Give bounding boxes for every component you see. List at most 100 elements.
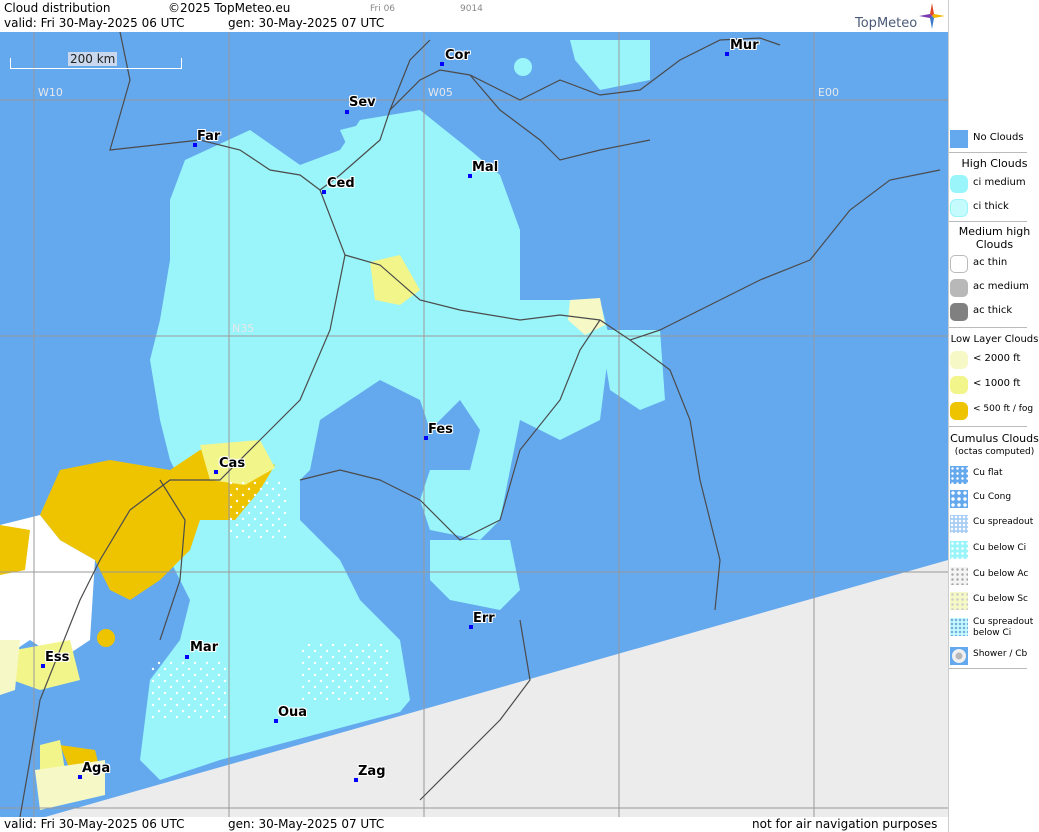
city-marker-sev — [345, 110, 349, 114]
legend-cu-below-sc-label: Cu below Sc — [973, 594, 1028, 604]
city-label-mal: Mal — [472, 160, 499, 175]
legend-cu-sub: (octas computed) — [954, 447, 1035, 457]
legend-cu-below-ci: Cu below Ci — [949, 539, 1039, 561]
legend-low-head: Low Layer Clouds — [950, 334, 1039, 345]
cu-below-sc-swatch — [950, 592, 968, 610]
city-marker-cas — [214, 470, 218, 474]
legend-no-clouds-label: No Clouds — [973, 132, 1024, 143]
legend-panel: No Clouds High Clouds ci medium ci thick… — [948, 0, 1039, 832]
legend-shower: Shower / Cb — [949, 645, 1039, 667]
small-code: 9014 — [460, 4, 483, 14]
city-label-fes: Fes — [428, 422, 453, 437]
footer: valid: Fri 30-May-2025 06 UTC gen: 30-Ma… — [0, 817, 948, 832]
brand-logo-text: TopMeteo — [855, 16, 918, 31]
city-label-ced: Ced — [327, 176, 355, 191]
city-marker-cor — [440, 62, 444, 66]
city-label-ess: Ess — [45, 650, 70, 665]
copyright: ©2025 TopMeteo.eu — [168, 1, 291, 15]
legend-low-1000-label: < 1000 ft — [973, 378, 1021, 389]
ci-thick-swatch — [950, 199, 968, 217]
small-day: Fri 06 — [370, 4, 396, 14]
legend-cu-below-ac-label: Cu below Ac — [973, 569, 1029, 579]
ac-medium-swatch — [950, 279, 968, 297]
legend-ac-thick-label: ac thick — [973, 305, 1013, 316]
low-2000-swatch — [950, 351, 968, 369]
shower-cb-icon — [950, 647, 968, 665]
legend-divider — [949, 426, 1027, 427]
city-marker-mur — [725, 52, 729, 56]
grid-label-w05: W05 — [428, 86, 453, 99]
legend-cu-cong: Cu Cong — [949, 488, 1039, 510]
legend-low-2000: < 2000 ft — [949, 349, 1039, 371]
legend-cu-flat: Cu flat — [949, 464, 1039, 486]
legend-divider — [949, 327, 1027, 328]
compass-icon — [919, 3, 945, 29]
cu-flat-swatch — [950, 466, 968, 484]
scale-label: 200 km — [68, 52, 118, 66]
no-clouds-swatch — [950, 130, 968, 148]
grid-label-n35: N35 — [232, 322, 255, 335]
legend-divider — [949, 152, 1027, 153]
cu-spread-swatch — [950, 515, 968, 533]
grid-label-w10: W10 — [38, 86, 63, 99]
legend-cu-spread: Cu spreadout — [949, 513, 1039, 535]
legend-divider — [949, 668, 1027, 669]
legend-shower-label: Shower / Cb — [973, 649, 1028, 659]
ac-thin-swatch — [950, 255, 968, 273]
cu-below-ac-swatch — [950, 567, 968, 585]
cu-spread-ci-swatch — [950, 618, 968, 636]
footer-disclaimer: not for air navigation purposes — [752, 817, 938, 831]
city-label-sev: Sev — [349, 95, 376, 110]
legend-ac-thin: ac thin — [949, 253, 1039, 275]
header: Cloud distribution ©2025 TopMeteo.eu Fri… — [0, 0, 948, 32]
cu-dots-1 — [230, 480, 290, 540]
legend-cu-flat-label: Cu flat — [973, 468, 1003, 478]
legend-ci-medium: ci medium — [949, 173, 1039, 195]
legend-cu-head: Cumulus Clouds — [950, 432, 1039, 445]
city-label-oua: Oua — [278, 705, 308, 720]
legend-ac-thin-label: ac thin — [973, 257, 1008, 268]
map-title: Cloud distribution — [4, 1, 111, 15]
legend-cu-below-ac: Cu below Ac — [949, 565, 1039, 587]
legend-no-clouds: No Clouds — [949, 128, 1039, 150]
legend-cu-below-sc: Cu below Sc — [949, 590, 1039, 612]
legend-ac-medium-label: ac medium — [973, 281, 1029, 292]
legend-ac-medium: ac medium — [949, 277, 1039, 299]
legend-low-1000: < 1000 ft — [949, 374, 1039, 396]
legend-cu-below-ci-label: Cu below Ci — [973, 543, 1027, 553]
cu-dots-2 — [150, 660, 230, 720]
legend-low-2000-label: < 2000 ft — [973, 353, 1021, 364]
fog-swatch — [950, 402, 968, 420]
footer-valid: valid: Fri 30-May-2025 06 UTC — [4, 817, 185, 831]
cu-dots-3 — [300, 640, 390, 700]
legend-ci-medium-label: ci medium — [973, 177, 1026, 188]
city-label-cas: Cas — [219, 456, 246, 471]
cloud-map[interactable]: W10 W05 E00 N35 200 km Cor Mur Sev Far M… — [0, 32, 948, 817]
footer-gen: gen: 30-May-2025 07 UTC — [228, 817, 385, 831]
ci-medium-swatch — [950, 175, 968, 193]
gen-time: gen: 30-May-2025 07 UTC — [228, 16, 385, 30]
legend-cu-spread-ci: Cu spreadout below Ci — [949, 616, 1039, 644]
cu-cong-swatch — [950, 490, 968, 508]
city-label-cor: Cor — [445, 48, 470, 63]
cu-below-ci-swatch — [950, 541, 968, 559]
legend-ci-thick: ci thick — [949, 197, 1039, 219]
city-label-err: Err — [473, 611, 495, 626]
legend-cu-spread-label: Cu spreadout — [973, 517, 1034, 527]
grid-label-e00: E00 — [818, 86, 839, 99]
legend-cu-cong-label: Cu Cong — [973, 492, 1012, 502]
legend-ac-thick: ac thick — [949, 301, 1039, 323]
legend-medium-head: Medium high Clouds — [958, 225, 1031, 251]
legend-ci-thick-label: ci thick — [973, 201, 1009, 212]
low-1000-swatch — [950, 376, 968, 394]
legend-fog: < 500 ft / fog — [949, 400, 1039, 422]
legend-high-head: High Clouds — [961, 157, 1028, 170]
city-label-far: Far — [197, 129, 221, 144]
ac-thick-swatch — [950, 303, 968, 321]
city-label-mar: Mar — [190, 640, 219, 655]
city-label-mur: Mur — [730, 38, 759, 53]
legend-divider — [949, 221, 1027, 222]
legend-cu-spread-ci-label: Cu spreadout below Ci — [973, 617, 1034, 638]
city-marker-mar — [185, 655, 189, 659]
city-label-aga: Aga — [82, 761, 111, 776]
